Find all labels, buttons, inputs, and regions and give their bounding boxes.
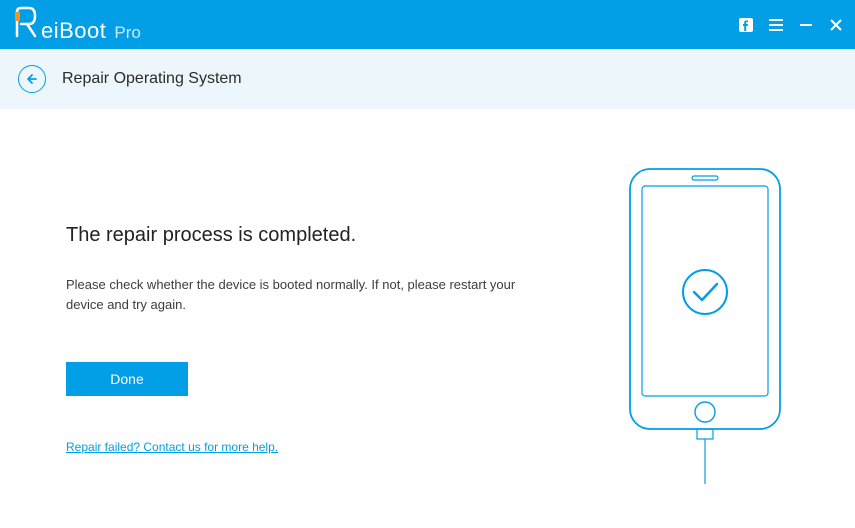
reiboot-logo-icon bbox=[15, 6, 37, 38]
minimize-icon[interactable] bbox=[797, 16, 815, 34]
app-logo: eiBoot Pro bbox=[15, 6, 141, 44]
titlebar-left: eiBoot Pro bbox=[15, 6, 141, 44]
page-title: Repair Operating System bbox=[62, 70, 242, 88]
content-right bbox=[605, 164, 805, 484]
app-name: eiBoot bbox=[41, 18, 106, 44]
back-button[interactable] bbox=[18, 65, 46, 93]
done-button[interactable]: Done bbox=[66, 362, 188, 396]
app-edition: Pro bbox=[114, 23, 140, 43]
content-left: The repair process is completed. Please … bbox=[66, 224, 526, 484]
back-icon bbox=[26, 73, 38, 85]
titlebar: eiBoot Pro bbox=[0, 0, 855, 49]
status-heading: The repair process is completed. bbox=[66, 224, 526, 247]
status-description: Please check whether the device is boote… bbox=[66, 275, 516, 314]
main-content: The repair process is completed. Please … bbox=[0, 109, 855, 484]
subheader: Repair Operating System bbox=[0, 49, 855, 109]
phone-checkmark-icon bbox=[620, 164, 790, 484]
close-icon[interactable] bbox=[827, 16, 845, 34]
facebook-icon[interactable] bbox=[737, 16, 755, 34]
help-link[interactable]: Repair failed? Contact us for more help. bbox=[66, 440, 278, 454]
menu-icon[interactable] bbox=[767, 16, 785, 34]
titlebar-controls bbox=[737, 16, 845, 34]
